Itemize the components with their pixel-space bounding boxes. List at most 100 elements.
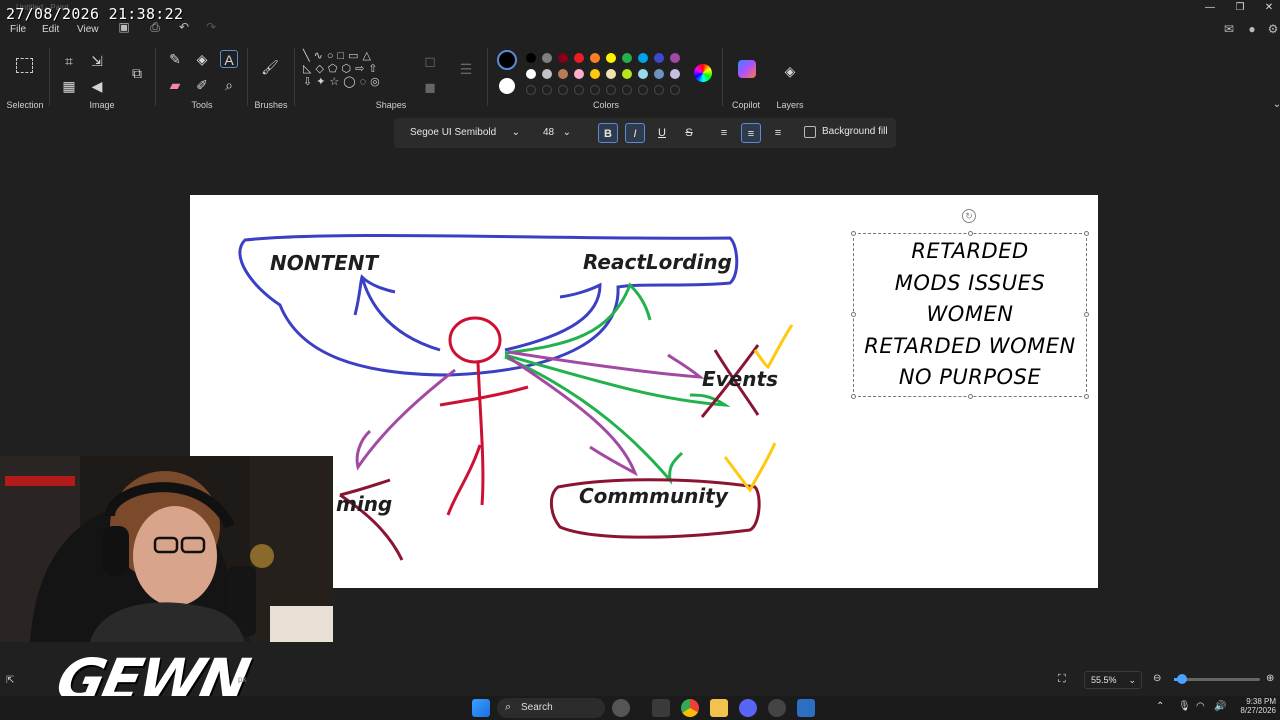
size-icon[interactable]: ☰ [457,60,475,78]
align-right-button[interactable]: ≡ [768,123,788,143]
menu-edit[interactable]: Edit [42,24,59,35]
feedback-icon[interactable]: ✉ [1222,22,1236,36]
layers-icon[interactable]: ◈ [781,62,799,80]
color-swatch[interactable] [590,69,600,79]
menu-view[interactable]: View [77,24,99,35]
color-swatch[interactable] [542,53,552,63]
custom-color-slot[interactable] [526,85,536,95]
secondary-color[interactable] [499,78,515,94]
fill-icon[interactable]: ◈ [193,50,211,68]
magnifier-icon[interactable]: ⌕ [220,76,238,94]
align-left-button[interactable]: ≡ [714,123,734,143]
custom-color-slot[interactable] [638,85,648,95]
discord-icon[interactable] [739,699,757,717]
microphone-icon[interactable]: 🎙 [1178,701,1191,712]
underline-button[interactable]: U [652,123,672,143]
widgets-icon[interactable] [612,699,630,717]
remove-background-icon[interactable]: ⧉ [128,64,146,82]
selection-tool-icon[interactable] [16,58,33,73]
chrome-icon[interactable] [681,699,699,717]
text-box-content[interactable]: RETARDED MODS ISSUES WOMEN RETARDED WOME… [854,234,1086,394]
wifi-icon[interactable]: ◠ [1196,701,1205,712]
collapse-ribbon-icon[interactable]: ⌄ [1268,96,1280,114]
custom-color-slot[interactable] [590,85,600,95]
resize-handle[interactable] [851,312,856,317]
color-swatch[interactable] [654,69,664,79]
align-center-button[interactable]: ≡ [741,123,761,143]
fit-to-window-icon[interactable]: ⛶ [1058,673,1066,686]
shapes-gallery[interactable]: ╲∿○□▭△ ◺◇⬠⬡⇨⇧ ⇩✦☆◯◌◎ [303,50,407,98]
app-icon[interactable] [768,699,786,717]
file-explorer-icon[interactable] [710,699,728,717]
custom-color-slot[interactable] [606,85,616,95]
custom-color-slot[interactable] [574,85,584,95]
resize-handle[interactable] [968,394,973,399]
italic-button[interactable]: I [625,123,645,143]
zoom-slider[interactable] [1174,674,1260,684]
color-swatch[interactable] [622,69,632,79]
primary-color[interactable] [497,50,517,70]
copilot-icon[interactable] [738,60,756,78]
resize-handle[interactable] [851,231,856,236]
menu-file[interactable]: File [10,24,26,35]
fill-shape-icon[interactable]: ◼ [421,78,439,96]
pencil-icon[interactable]: ✎ [166,50,184,68]
color-swatch[interactable] [654,53,664,63]
strikethrough-button[interactable]: S [679,123,699,143]
settings-icon[interactable]: ⚙ [1266,22,1280,36]
rotate-icon[interactable]: ◀ [88,77,106,95]
restore-button[interactable]: ❐ [1230,2,1250,16]
start-button[interactable] [472,699,490,717]
image-select-icon[interactable]: ▦ [60,77,78,95]
bold-button[interactable]: B [598,123,618,143]
color-swatch[interactable] [606,69,616,79]
edit-colors-icon[interactable] [694,64,712,82]
minimize-button[interactable]: — [1200,2,1220,16]
color-swatch[interactable] [542,69,552,79]
resize-handle[interactable] [851,394,856,399]
color-swatch[interactable] [526,69,536,79]
zoom-in-icon[interactable]: ⊕ [1266,673,1274,684]
volume-icon[interactable]: 🔊 [1214,701,1226,712]
eraser-icon[interactable]: ▰ [166,76,184,94]
color-swatch[interactable] [638,53,648,63]
font-size-select[interactable]: 48 ⌄ [535,122,577,144]
taskbar-search[interactable]: ⌕ Search [497,698,605,718]
crop-icon[interactable]: ⌗ [60,52,78,70]
custom-color-slot[interactable] [670,85,680,95]
color-swatch[interactable] [558,69,568,79]
color-swatch[interactable] [622,53,632,63]
color-swatch[interactable] [574,53,584,63]
color-swatch[interactable] [638,69,648,79]
color-swatch[interactable] [574,69,584,79]
redo-icon[interactable]: ↷ [204,20,218,34]
color-swatch[interactable] [590,53,600,63]
font-family-select[interactable]: Segoe UI Semibold ⌄ [402,122,526,144]
resize-handle[interactable] [1084,394,1089,399]
outline-icon[interactable]: ◻ [421,52,439,70]
resize-handle[interactable] [1084,312,1089,317]
close-button[interactable]: ✕ [1259,2,1279,16]
color-swatch[interactable] [606,53,616,63]
resize-handle[interactable] [1084,231,1089,236]
account-icon[interactable]: ● [1245,22,1259,36]
tray-chevron-icon[interactable]: ⌃ [1156,701,1164,712]
color-swatch[interactable] [670,69,680,79]
custom-color-slot[interactable] [558,85,568,95]
zoom-select[interactable]: 55.5% ⌄ [1084,671,1142,689]
custom-color-slot[interactable] [654,85,664,95]
resize-icon[interactable]: ⇲ [88,52,106,70]
color-swatch[interactable] [558,53,568,63]
color-picker-icon[interactable]: ✐ [193,76,211,94]
zoom-out-icon[interactable]: ⊖ [1153,673,1161,684]
custom-color-slot[interactable] [542,85,552,95]
rotate-handle-icon[interactable]: ↻ [962,209,976,223]
custom-color-slot[interactable] [622,85,632,95]
zoom-slider-thumb[interactable] [1177,674,1187,684]
paint-icon[interactable] [797,699,815,717]
color-swatch[interactable] [670,53,680,63]
text-tool-icon[interactable]: A [220,50,238,68]
color-swatch[interactable] [526,53,536,63]
task-view-icon[interactable] [652,699,670,717]
clock[interactable]: 9:38 PM 8/27/2026 [1238,697,1276,715]
